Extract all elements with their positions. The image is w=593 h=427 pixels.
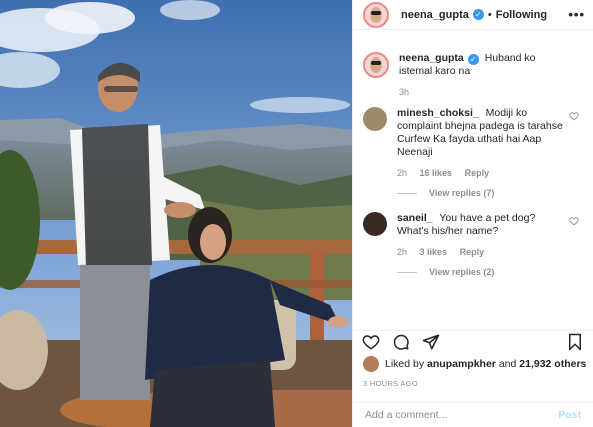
avatar-face (370, 6, 382, 23)
commenter-avatar[interactable] (363, 212, 387, 236)
reply-button[interactable]: Reply (465, 168, 490, 178)
liker-username[interactable]: anupampkher (427, 358, 496, 370)
share-icon[interactable] (421, 332, 441, 352)
reply-button[interactable]: Reply (460, 247, 485, 257)
verified-badge-icon: ✓ (472, 9, 484, 20)
comment-meta: 2h 3 likes Reply (397, 246, 565, 259)
comment-time[interactable]: 2h (397, 247, 407, 257)
separator-dot: • (487, 8, 492, 21)
more-options-icon[interactable]: ••• (568, 7, 585, 22)
comment-icon[interactable] (391, 332, 411, 352)
likes-prefix: Liked by (385, 358, 425, 370)
comment-like-icon[interactable] (569, 111, 579, 121)
comment-username[interactable]: minesh_choksi_ (397, 107, 479, 119)
post-photo[interactable] (0, 0, 352, 427)
heart-icon[interactable] (361, 332, 381, 352)
comment-likes[interactable]: 3 likes (420, 247, 448, 257)
post-timestamp[interactable]: 3 HOURS AGO (363, 379, 418, 388)
action-bar (353, 330, 593, 352)
author-avatar[interactable] (363, 1, 389, 28)
avatar-face (370, 57, 382, 73)
caption: neena_gupta ✓ Huband ko istemal karo na 3… (363, 52, 583, 99)
verified-badge-icon: ✓ (467, 54, 479, 65)
view-replies-button[interactable]: View replies (2) (397, 267, 583, 277)
commenter-avatar[interactable] (363, 107, 387, 131)
comments-list: neena_gupta ✓ Huband ko istemal karo na 3… (353, 52, 593, 291)
comment-meta: 2h 16 likes Reply (397, 167, 565, 180)
comment-item: minesh_choksi_ Modiji ko complaint bhejn… (363, 107, 583, 180)
view-replies-button[interactable]: View replies (7) (397, 188, 583, 198)
caption-avatar[interactable] (363, 52, 389, 78)
author-username[interactable]: neena_gupta (401, 9, 469, 21)
liker-avatar[interactable] (363, 356, 379, 372)
post-comment-button[interactable]: Post (558, 409, 581, 421)
likes-summary: Liked by anupampkher and 21,932 others (363, 356, 587, 372)
comment-likes[interactable]: 16 likes (420, 168, 453, 178)
comment-username[interactable]: saneil_ (397, 212, 433, 224)
comment-item: saneil_ You have a pet dog? What's his/h… (363, 212, 583, 259)
comment-like-icon[interactable] (569, 216, 579, 226)
caption-meta: 3h (399, 86, 565, 99)
post-header: neena_gupta ✓ • Following ••• (353, 0, 593, 30)
following-button[interactable]: Following (496, 9, 547, 21)
likes-middle: and (498, 358, 517, 370)
bookmark-icon[interactable] (565, 332, 585, 352)
likes-count[interactable]: 21,932 others (519, 358, 586, 370)
caption-username[interactable]: neena_gupta (399, 52, 464, 64)
photo-illustration (0, 0, 352, 427)
caption-time[interactable]: 3h (399, 87, 409, 97)
add-comment-bar: Post (353, 402, 593, 427)
comment-time[interactable]: 2h (397, 168, 407, 178)
post-sidebar: neena_gupta ✓ • Following ••• neena_gupt… (352, 0, 593, 427)
comment-input[interactable] (365, 409, 559, 421)
